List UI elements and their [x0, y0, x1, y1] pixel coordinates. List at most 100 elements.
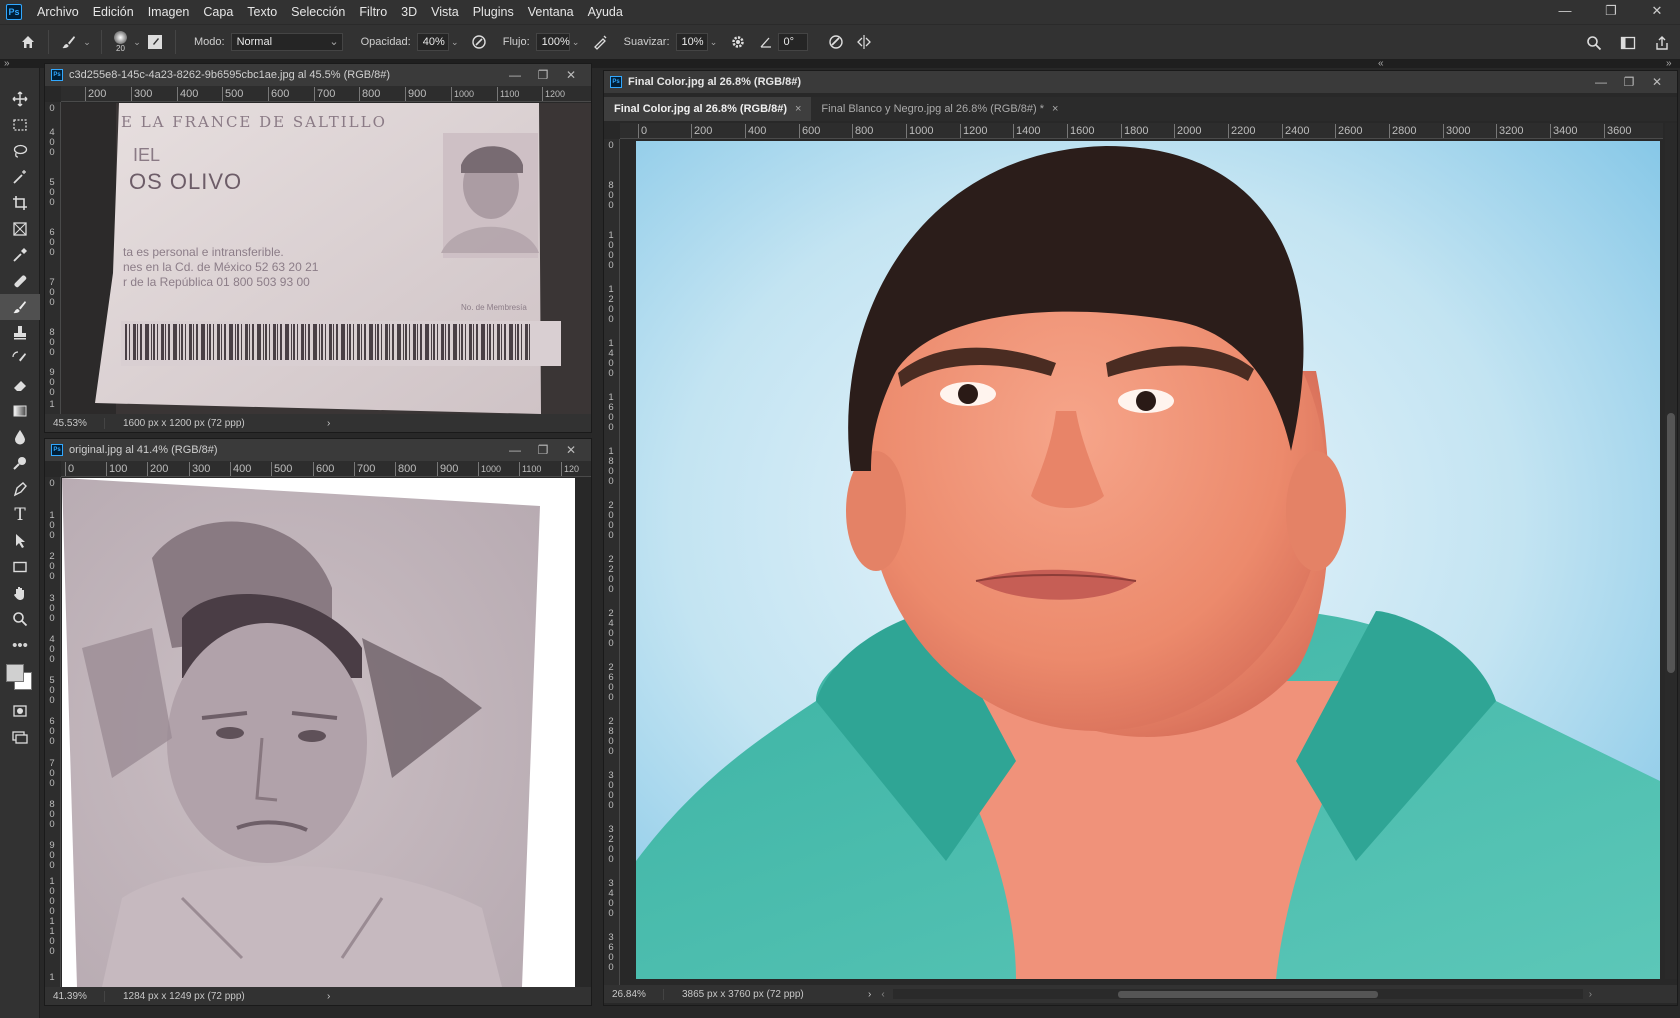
brush-preset-dropdown-icon[interactable]: ⌄: [81, 37, 93, 48]
final-color-portrait: [636, 141, 1660, 979]
path-selection-tool-icon[interactable]: [0, 528, 40, 554]
brush-settings-panel-icon[interactable]: [143, 30, 167, 54]
menu-texto[interactable]: Texto: [240, 5, 284, 19]
close-document-button[interactable]: ✕: [1643, 71, 1671, 93]
rectangle-tool-icon[interactable]: [0, 554, 40, 580]
maximize-document-button[interactable]: ❐: [529, 64, 557, 86]
collapse-panels-icon[interactable]: «: [1378, 58, 1384, 69]
zoom-level[interactable]: 41.39%: [45, 990, 105, 1002]
frame-tool-icon[interactable]: [0, 216, 40, 242]
screen-mode-icon[interactable]: [0, 724, 40, 750]
tab-label: Final Color.jpg al 26.8% (RGB/8#): [614, 103, 787, 115]
crop-tool-icon[interactable]: [0, 190, 40, 216]
search-icon[interactable]: [1582, 31, 1606, 55]
lasso-tool-icon[interactable]: [0, 138, 40, 164]
pressure-opacity-icon[interactable]: [467, 30, 491, 54]
status-arrow-icon[interactable]: ›: [327, 418, 330, 429]
minimize-document-button[interactable]: —: [501, 64, 529, 86]
minimize-button[interactable]: —: [1542, 0, 1588, 24]
status-arrow-icon[interactable]: ›: [868, 989, 871, 1000]
magic-wand-tool-icon[interactable]: [0, 164, 40, 190]
close-document-button[interactable]: ✕: [557, 64, 585, 86]
pressure-size-icon[interactable]: [824, 30, 848, 54]
angle-field[interactable]: 0°: [777, 33, 808, 51]
menu-plugins[interactable]: Plugins: [466, 5, 521, 19]
tab-final-blanco-y-negro[interactable]: Final Blanco y Negro.jpg al 26.8% (RGB/8…: [811, 97, 1068, 121]
tab-final-color[interactable]: Final Color.jpg al 26.8% (RGB/8#) ×: [604, 97, 812, 121]
brush-size-dropdown-icon[interactable]: ⌄: [131, 37, 143, 48]
move-tool-icon[interactable]: [0, 86, 40, 112]
document-title-bar[interactable]: Ps original.jpg al 41.4% (RGB/8#) — ❐ ✕: [45, 439, 591, 461]
menu-filtro[interactable]: Filtro: [352, 5, 394, 19]
edit-toolbar-icon[interactable]: •••: [0, 632, 40, 658]
scrollbar-thumb[interactable]: [1117, 991, 1378, 998]
color-swatches[interactable]: [0, 658, 40, 698]
id-card-canvas[interactable]: E LA FRANCE DE SALTILLO IEL OS OLIVO ta …: [61, 103, 591, 414]
final-color-canvas[interactable]: [636, 141, 1660, 979]
maximize-document-button[interactable]: ❐: [1615, 71, 1643, 93]
brush-tool-button-icon[interactable]: [0, 294, 40, 320]
scrollbar-thumb[interactable]: [1667, 413, 1675, 673]
type-tool-icon[interactable]: T: [0, 502, 40, 528]
original-photo-canvas[interactable]: [62, 478, 575, 987]
menu-capa[interactable]: Capa: [196, 5, 240, 19]
minimize-document-button[interactable]: —: [501, 439, 529, 461]
eyedropper-tool-icon[interactable]: [0, 242, 40, 268]
horizontal-scrollbar[interactable]: [892, 989, 1583, 999]
document-title-bar[interactable]: Ps c3d255e8-145c-4a23-8262-9b6595cbc1ae.…: [45, 64, 591, 86]
close-tab-icon[interactable]: ×: [795, 97, 801, 121]
blur-tool-icon[interactable]: [0, 424, 40, 450]
menu-imagen[interactable]: Imagen: [141, 5, 197, 19]
menu-edicion[interactable]: Edición: [86, 5, 141, 19]
share-icon[interactable]: [1650, 31, 1674, 55]
close-tab-icon[interactable]: ×: [1052, 97, 1058, 121]
symmetry-icon[interactable]: [852, 30, 876, 54]
smoothing-field[interactable]: 10%: [675, 33, 708, 51]
workspace-icon[interactable]: [1616, 31, 1640, 55]
zoom-level[interactable]: 26.84%: [604, 988, 664, 1000]
opacity-field[interactable]: 40%: [416, 33, 449, 51]
flow-dropdown-icon[interactable]: ⌄: [570, 37, 582, 48]
status-arrow-icon[interactable]: ›: [327, 991, 330, 1002]
clone-stamp-tool-icon[interactable]: [0, 320, 40, 346]
brush-tool-icon[interactable]: [57, 30, 81, 54]
close-button[interactable]: ✕: [1634, 0, 1680, 24]
smoothing-dropdown-icon[interactable]: ⌄: [708, 37, 720, 48]
mode-select[interactable]: Normal ⌄: [230, 33, 343, 51]
menu-vista[interactable]: Vista: [424, 5, 466, 19]
restore-button[interactable]: ❐: [1588, 0, 1634, 24]
marquee-tool-icon[interactable]: [0, 112, 40, 138]
foreground-color-swatch[interactable]: [6, 664, 24, 682]
document-title-bar[interactable]: Ps Final Color.jpg al 26.8% (RGB/8#) — ❐…: [604, 71, 1677, 93]
opacity-dropdown-icon[interactable]: ⌄: [449, 37, 461, 48]
hand-tool-icon[interactable]: [0, 580, 40, 606]
maximize-document-button[interactable]: ❐: [529, 439, 557, 461]
vertical-scrollbar[interactable]: [1665, 123, 1677, 979]
menu-archivo[interactable]: Archivo: [30, 5, 86, 19]
home-icon[interactable]: [16, 30, 40, 54]
menu-ventana[interactable]: Ventana: [521, 5, 581, 19]
gear-icon[interactable]: [726, 30, 750, 54]
gradient-tool-icon[interactable]: [0, 398, 40, 424]
scroll-left-icon[interactable]: ‹: [881, 989, 884, 1000]
zoom-tool-icon[interactable]: [0, 606, 40, 632]
scroll-right-icon[interactable]: ›: [1589, 989, 1592, 1000]
menu-seleccion[interactable]: Selección: [284, 5, 352, 19]
eraser-tool-icon[interactable]: [0, 372, 40, 398]
menu-3d[interactable]: 3D: [394, 5, 424, 19]
airbrush-icon[interactable]: [588, 30, 612, 54]
pen-tool-icon[interactable]: [0, 476, 40, 502]
history-brush-tool-icon[interactable]: [0, 346, 40, 372]
menu-bar: Ps Archivo Edición Imagen Capa Texto Sel…: [0, 0, 1680, 24]
close-document-button[interactable]: ✕: [557, 439, 585, 461]
dodge-tool-icon[interactable]: [0, 450, 40, 476]
minimize-document-button[interactable]: —: [1587, 71, 1615, 93]
zoom-level[interactable]: 45.53%: [45, 417, 105, 429]
flow-field[interactable]: 100%: [535, 33, 570, 51]
expand-right-panels-icon[interactable]: »: [1666, 58, 1672, 69]
menu-ayuda[interactable]: Ayuda: [581, 5, 630, 19]
options-bar: ⌄ 20 ⌄ Modo: Normal ⌄ Opacidad: 40% ⌄ Fl…: [0, 24, 1680, 60]
quick-mask-icon[interactable]: [0, 698, 40, 724]
healing-brush-tool-icon[interactable]: [0, 268, 40, 294]
brush-size-picker[interactable]: 20: [114, 31, 127, 53]
